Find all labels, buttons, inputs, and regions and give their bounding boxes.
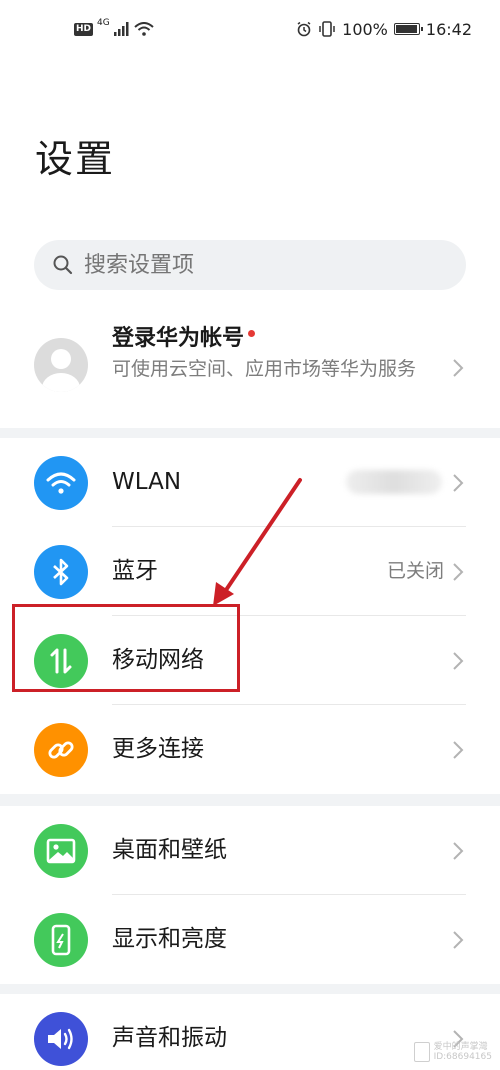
- item-label: 声音和振动: [112, 1025, 227, 1051]
- display-group: 桌面和壁纸 显示和亮度: [0, 806, 500, 984]
- item-label: 桌面和壁纸: [112, 837, 227, 863]
- link-icon: [48, 741, 74, 759]
- item-label: WLAN: [112, 469, 182, 495]
- vibrate-icon: [319, 21, 335, 37]
- watermark-line1: 爱中的声掌灣: [433, 1042, 488, 1052]
- settings-item-more-connections[interactable]: 更多连接: [0, 705, 500, 794]
- watermark-line2: ID:68694165: [433, 1052, 492, 1062]
- signal-icon: [113, 22, 129, 36]
- icon-circle: [34, 545, 88, 599]
- account-name: 登录华为帐号: [112, 320, 256, 352]
- settings-item-display-brightness[interactable]: 显示和亮度: [0, 895, 500, 984]
- item-label: 更多连接: [112, 736, 204, 762]
- wifi-icon: [46, 472, 76, 494]
- chevron-right-icon: [453, 652, 464, 670]
- battery-percent: 100%: [342, 19, 388, 39]
- item-label: 蓝牙: [112, 558, 158, 584]
- speaker-icon: [48, 1028, 73, 1050]
- item-label: 显示和亮度: [112, 926, 227, 952]
- account-name-text: 登录华为帐号: [112, 326, 245, 351]
- chevron-right-icon: [453, 474, 464, 492]
- status-bar: HD 4G 100% 16:42: [0, 0, 500, 58]
- watermark: 爱中的声掌灣 ID:68694165: [413, 1042, 492, 1062]
- chevron-right-icon: [453, 359, 464, 377]
- avatar: [34, 338, 88, 392]
- settings-header: 设置 登录华为帐号 可使用云空间、应用市场等华为服务: [0, 58, 500, 428]
- wifi-status-icon: [134, 22, 154, 36]
- phone-display-icon: [51, 924, 71, 956]
- account-row[interactable]: 登录华为帐号 可使用云空间、应用市场等华为服务: [0, 308, 500, 428]
- avatar-icon: [42, 349, 80, 392]
- settings-item-bluetooth[interactable]: 蓝牙 已关闭: [0, 527, 500, 616]
- watermark-text: 爱中的声掌灣 ID:68694165: [434, 1042, 492, 1062]
- network-type: 4G: [97, 18, 110, 28]
- search-bar[interactable]: [34, 240, 466, 290]
- chevron-right-icon: [453, 563, 464, 581]
- watermark-logo: [413, 1042, 430, 1062]
- notification-dot: [248, 329, 256, 337]
- search-icon: [53, 255, 73, 275]
- icon-circle: [34, 456, 88, 510]
- icon-circle: [34, 824, 88, 878]
- status-left: HD 4G: [74, 18, 154, 40]
- chevron-right-icon: [453, 931, 464, 949]
- page-title: 设置: [35, 137, 116, 181]
- chevron-right-icon: [453, 842, 464, 860]
- settings-item-home-wallpaper[interactable]: 桌面和壁纸: [0, 806, 500, 895]
- clock: 16:42: [425, 19, 472, 39]
- battery-icon: [393, 23, 423, 35]
- status-right: 100% 16:42: [296, 18, 472, 40]
- account-description: 可使用云空间、应用市场等华为服务: [112, 358, 417, 380]
- alarm-icon: [297, 21, 311, 37]
- icon-circle: [34, 1012, 88, 1066]
- annotation-highlight-box: [12, 604, 240, 692]
- wlan-network-name-blurred: [346, 470, 442, 494]
- icon-circle: [34, 723, 88, 777]
- icon-circle: [34, 913, 88, 967]
- settings-item-wlan[interactable]: WLAN: [0, 438, 500, 527]
- item-value: 已关闭: [386, 560, 444, 582]
- image-icon: [46, 838, 76, 864]
- search-input[interactable]: [82, 251, 446, 279]
- settings-page: HD 4G 100% 16:42 设置 搜索设置项 登录华为帐号 可使用云空间、…: [0, 0, 500, 1070]
- hd-badge: HD: [74, 22, 94, 36]
- chevron-right-icon: [453, 741, 464, 759]
- bluetooth-icon: [53, 558, 69, 586]
